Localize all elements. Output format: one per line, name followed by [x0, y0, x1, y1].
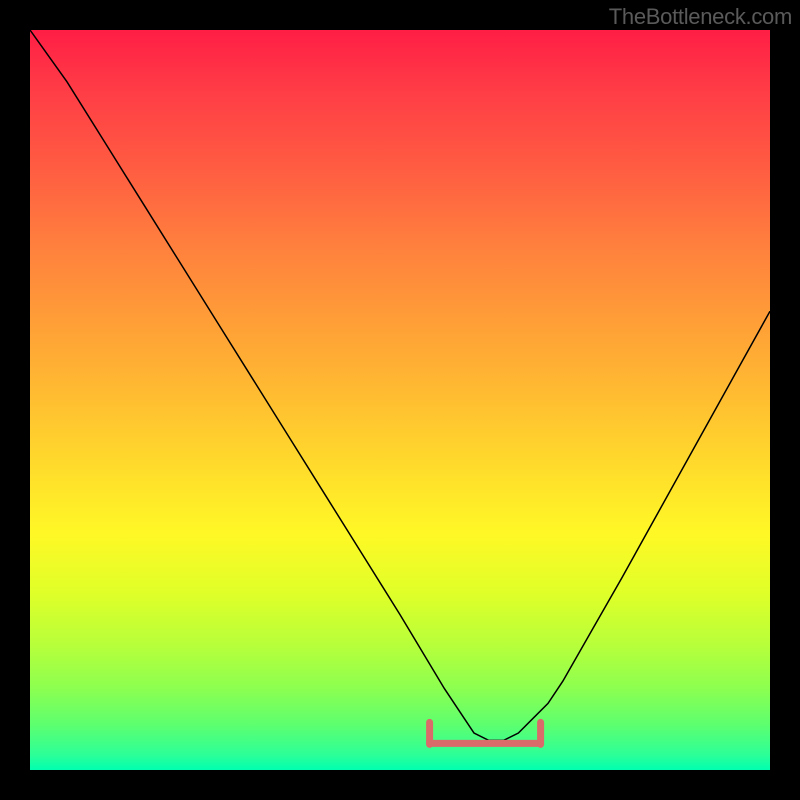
chart-container: TheBottleneck.com: [0, 0, 800, 800]
plot-area: [30, 30, 770, 770]
watermark-text: TheBottleneck.com: [609, 4, 792, 30]
bottleneck-curve: [30, 30, 770, 740]
curve-svg: [30, 30, 770, 770]
